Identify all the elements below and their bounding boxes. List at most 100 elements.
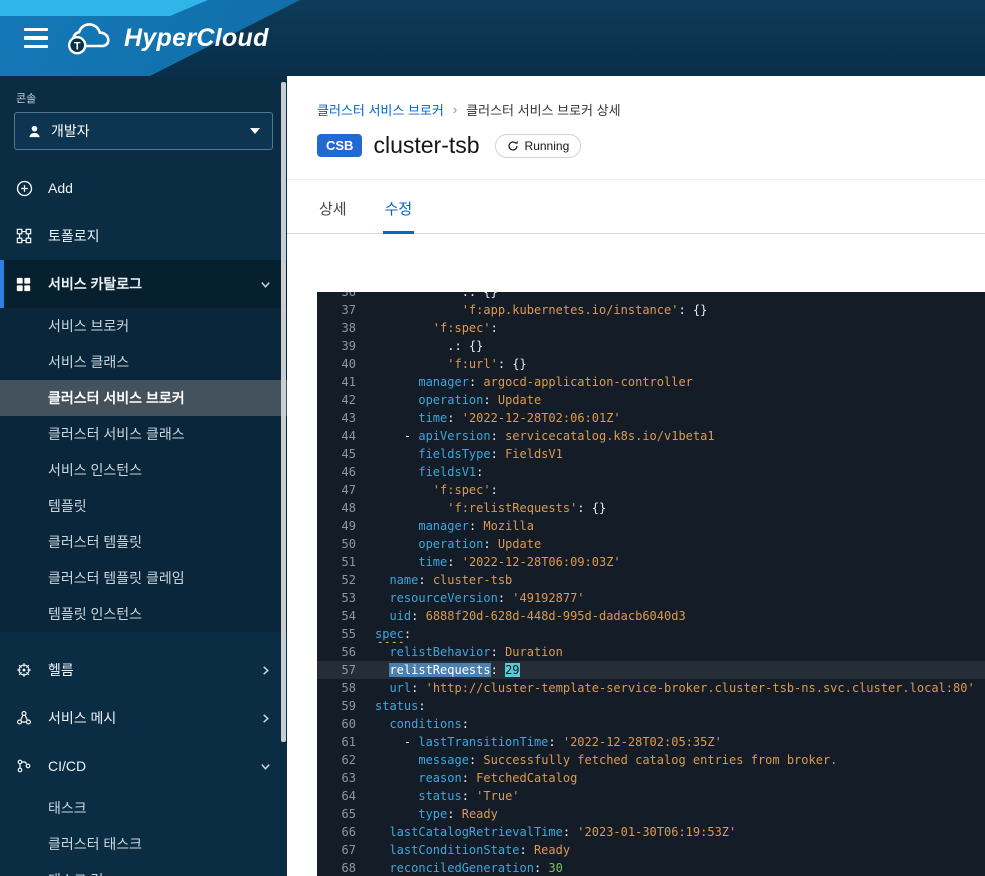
editor-line[interactable]: 46 fieldsV1:	[317, 463, 985, 481]
line-number: 58	[317, 679, 375, 697]
line-number: 67	[317, 841, 375, 859]
editor-line[interactable]: 45 fieldsType: FieldsV1	[317, 445, 985, 463]
line-number: 57	[317, 661, 375, 679]
mesh-icon	[16, 710, 38, 726]
sidebar-section-service-mesh: 서비스 메시	[0, 694, 287, 742]
editor-line[interactable]: 42 operation: Update	[317, 391, 985, 409]
sidebar-subitem[interactable]: 클러스터 서비스 브로커	[0, 380, 287, 416]
editor-line[interactable]: 38 'f:spec':	[317, 319, 985, 337]
editor-line[interactable]: 63 reason: FetchedCatalog	[317, 769, 985, 787]
chevron-down-icon	[260, 279, 271, 290]
editor-line[interactable]: 66 lastCatalogRetrievalTime: '2023-01-30…	[317, 823, 985, 841]
code-text: operation: Update	[375, 391, 985, 409]
code-text: operation: Update	[375, 535, 985, 553]
tab-edit[interactable]: 수정	[383, 180, 415, 234]
catalog-icon	[16, 277, 38, 292]
sidebar-item-label: Add	[48, 180, 73, 196]
editor-line[interactable]: 65 type: Ready	[317, 805, 985, 823]
code-text: - apiVersion: servicecatalog.k8s.io/v1be…	[375, 427, 985, 445]
brand-logo[interactable]: T HyperCloud	[66, 19, 269, 57]
topology-icon	[16, 228, 38, 244]
sidebar-subitem[interactable]: 클러스터 태스크	[0, 826, 287, 862]
code-text: relistRequests: 29	[375, 661, 985, 679]
sidebar-item-cicd[interactable]: CI/CD	[0, 742, 287, 790]
yaml-editor[interactable]: 36 .: {}37 'f:app.kubernetes.io/instance…	[317, 292, 985, 876]
sidebar-item-service-catalog[interactable]: 서비스 카탈로그	[0, 260, 287, 308]
code-text: 'f:spec':	[375, 481, 985, 499]
line-number: 41	[317, 373, 375, 391]
code-text: manager: Mozilla	[375, 517, 985, 535]
editor-line[interactable]: 51 time: '2022-12-28T06:09:03Z'	[317, 553, 985, 571]
sidebar-item-topology[interactable]: 토폴로지	[0, 212, 287, 260]
editor-line[interactable]: 58 url: 'http://cluster-template-service…	[317, 679, 985, 697]
status-badge: Running	[495, 134, 582, 158]
editor-line[interactable]: 64 status: 'True'	[317, 787, 985, 805]
line-number: 60	[317, 715, 375, 733]
editor-line[interactable]: 40 'f:url': {}	[317, 355, 985, 373]
sidebar-subitem[interactable]: 서비스 브로커	[0, 308, 287, 344]
tab-bar: 상세 수정	[287, 180, 985, 234]
line-number: 37	[317, 301, 375, 319]
editor-line[interactable]: 53 resourceVersion: '49192877'	[317, 589, 985, 607]
breadcrumb-current: 클러스터 서비스 브로커 상세	[466, 100, 620, 119]
console-label: 콘솔	[16, 90, 287, 106]
editor-line[interactable]: 59status:	[317, 697, 985, 715]
sidebar-subitem[interactable]: 서비스 클래스	[0, 344, 287, 380]
sidebar-subitem[interactable]: 템플릿 인스턴스	[0, 596, 287, 632]
svg-text:T: T	[74, 40, 81, 52]
editor-line[interactable]: 50 operation: Update	[317, 535, 985, 553]
editor-line[interactable]: 48 'f:relistRequests': {}	[317, 499, 985, 517]
editor-line[interactable]: 49 manager: Mozilla	[317, 517, 985, 535]
sidebar-subitem[interactable]: 템플릿	[0, 488, 287, 524]
editor-line[interactable]: 47 'f:spec':	[317, 481, 985, 499]
editor-line[interactable]: 67 lastConditionState: Ready	[317, 841, 985, 859]
editor-line[interactable]: 39 .: {}	[317, 337, 985, 355]
editor-line[interactable]: 37 'f:app.kubernetes.io/instance': {}	[317, 301, 985, 319]
sidebar-section-helm: 헬름	[0, 646, 287, 694]
code-text: fieldsType: FieldsV1	[375, 445, 985, 463]
editor-line[interactable]: 57 relistRequests: 29	[317, 661, 985, 679]
editor-line[interactable]: 54 uid: 6888f20d-628d-448d-995d-dadacb60…	[317, 607, 985, 625]
sidebar-item-helm[interactable]: 헬름	[0, 646, 287, 694]
sidebar-subitem[interactable]: 클러스터 서비스 클래스	[0, 416, 287, 452]
editor-line[interactable]: 43 time: '2022-12-28T02:06:01Z'	[317, 409, 985, 427]
editor-line[interactable]: 52 name: cluster-tsb	[317, 571, 985, 589]
editor-line[interactable]: 55spec:	[317, 625, 985, 643]
code-text: time: '2022-12-28T02:06:01Z'	[375, 409, 985, 427]
editor-line[interactable]: 62 message: Successfully fetched catalog…	[317, 751, 985, 769]
sidebar-subitem[interactable]: 태스크 런	[0, 862, 287, 876]
sidebar-subitem[interactable]: 태스크	[0, 790, 287, 826]
code-text: fieldsV1:	[375, 463, 985, 481]
perspective-dropdown[interactable]: 개발자	[14, 112, 273, 150]
code-text: 'f:spec':	[375, 319, 985, 337]
editor-line[interactable]: 44 - apiVersion: servicecatalog.k8s.io/v…	[317, 427, 985, 445]
code-text: lastCatalogRetrievalTime: '2023-01-30T06…	[375, 823, 985, 841]
editor-line[interactable]: 56 relistBehavior: Duration	[317, 643, 985, 661]
sidebar-subitem[interactable]: 클러스터 템플릿 클레임	[0, 560, 287, 596]
sidebar-subitem[interactable]: 클러스터 템플릿	[0, 524, 287, 560]
sidebar-item-label: CI/CD	[48, 758, 86, 774]
sidebar-item-service-mesh[interactable]: 서비스 메시	[0, 694, 287, 742]
sidebar-item-label: 헬름	[48, 660, 74, 680]
code-text: message: Successfully fetched catalog en…	[375, 751, 985, 769]
line-number: 63	[317, 769, 375, 787]
sidebar-item-add[interactable]: Add	[0, 164, 287, 212]
editor-line[interactable]: 36 .: {}	[317, 292, 985, 301]
editor-line[interactable]: 60 conditions:	[317, 715, 985, 733]
page-title: cluster-tsb	[373, 132, 479, 159]
line-number: 43	[317, 409, 375, 427]
code-text: 'f:relistRequests': {}	[375, 499, 985, 517]
line-number: 56	[317, 643, 375, 661]
editor-line[interactable]: 61 - lastTransitionTime: '2022-12-28T02:…	[317, 733, 985, 751]
sidebar-subitem[interactable]: 서비스 인스턴스	[0, 452, 287, 488]
line-number: 62	[317, 751, 375, 769]
line-number: 68	[317, 859, 375, 876]
sidebar-scrollbar[interactable]	[281, 82, 286, 742]
title-block: CSB cluster-tsb Running	[287, 119, 985, 180]
breadcrumb-parent-link[interactable]: 클러스터 서비스 브로커	[317, 100, 444, 119]
tab-detail[interactable]: 상세	[317, 180, 349, 233]
editor-line[interactable]: 41 manager: argocd-application-controlle…	[317, 373, 985, 391]
editor-line[interactable]: 68 reconciledGeneration: 30	[317, 859, 985, 876]
line-number: 51	[317, 553, 375, 571]
menu-toggle-icon[interactable]	[24, 28, 48, 48]
